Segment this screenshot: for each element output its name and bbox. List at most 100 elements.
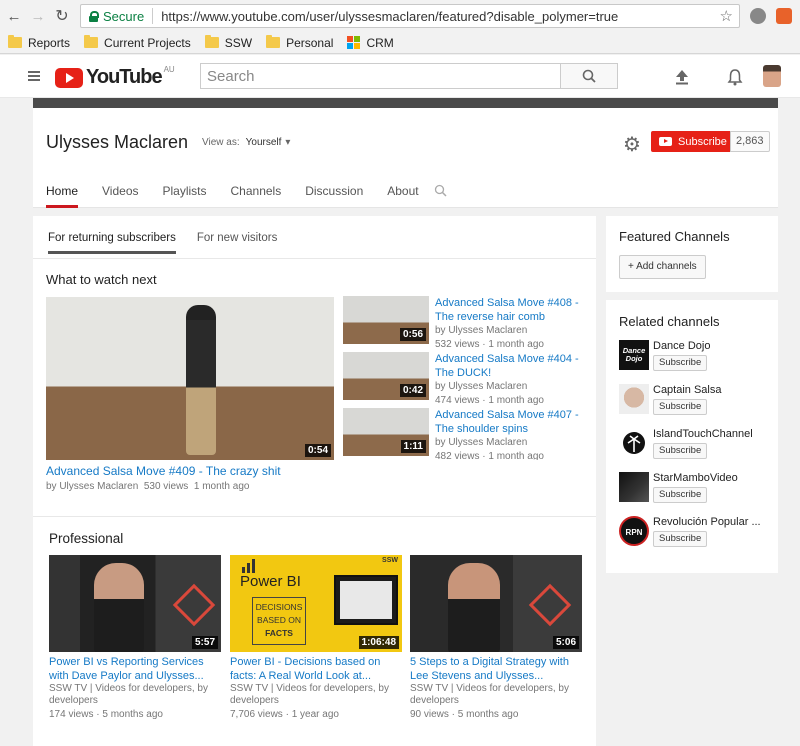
video-title-line: Power BI - Decisions based on	[230, 656, 381, 668]
tab-returning-subscribers[interactable]: For returning subscribers	[48, 232, 176, 254]
youtube-logo[interactable]: YouTube AU	[55, 65, 175, 89]
add-channels-button[interactable]: + Add channels	[619, 255, 706, 279]
video-thumbnail[interactable]: Power BI DECISIONS BASED ON FACTS SSW 1:06…	[230, 555, 402, 652]
video-title[interactable]: Power BI vs Reporting Services with Dave …	[49, 655, 204, 683]
extension-icon[interactable]	[750, 8, 766, 24]
notifications-bell-icon[interactable]	[727, 69, 743, 86]
gear-icon[interactable]: ⚙	[623, 132, 641, 157]
featured-video-thumbnail[interactable]: 0:54	[46, 297, 334, 460]
bookmarks-bar: Reports Current Projects SSW Personal CR…	[0, 32, 800, 54]
tab-home[interactable]: Home	[46, 184, 79, 208]
video-channel[interactable]: developers	[410, 695, 569, 707]
video-channel[interactable]: SSW TV | Videos for developers, by	[230, 683, 389, 695]
reload-icon[interactable]: ↻	[50, 6, 74, 26]
account-avatar[interactable]	[763, 65, 781, 87]
tab-discussion[interactable]: Discussion	[305, 184, 363, 208]
video-thumbnail[interactable]: 5:57	[49, 555, 221, 652]
channel-avatar[interactable]	[619, 428, 649, 458]
bookmark-ssw[interactable]: SSW	[204, 35, 252, 50]
video-title[interactable]: Power BI - Decisions based on facts: A Re…	[230, 655, 380, 683]
address-bar[interactable]: Secure https://www.youtube.com/user/ulys…	[80, 4, 740, 28]
thumbnail-brand: Power BI	[240, 573, 301, 590]
view-as-dropdown[interactable]: Yourself	[246, 137, 282, 148]
tab-about[interactable]: About	[387, 184, 418, 208]
tab-playlists[interactable]: Playlists	[163, 184, 207, 208]
video-thumbnail[interactable]: 0:56	[343, 296, 429, 344]
subscribe-button[interactable]: Subscribe	[651, 131, 735, 152]
video-channel[interactable]: SSW TV | Videos for developers, by	[49, 683, 208, 695]
tab-channels[interactable]: Channels	[231, 184, 282, 208]
dropdown-caret-icon[interactable]: ▾	[285, 137, 290, 148]
tab-videos[interactable]: Videos	[102, 184, 138, 208]
tab-new-visitors[interactable]: For new visitors	[197, 232, 278, 254]
video-thumbnail[interactable]: 1:11	[343, 408, 429, 456]
video-duration: 0:54	[304, 444, 331, 457]
featured-video-title[interactable]: Advanced Salsa Move #409 - The crazy shi…	[46, 464, 281, 478]
channel-name[interactable]: Dance Dojo	[653, 340, 773, 352]
video-duration: 5:06	[552, 636, 579, 649]
divider	[33, 516, 596, 517]
video-title-line: Lee Stevens and Ulysses...	[410, 670, 544, 682]
channel-name[interactable]: StarMamboVideo	[653, 472, 773, 484]
subscribe-button[interactable]: Subscribe	[653, 355, 708, 371]
video-views: 530 views	[143, 481, 189, 492]
related-channels-title: Related channels	[619, 314, 720, 329]
channel-avatar[interactable]	[619, 472, 649, 502]
divider	[33, 258, 596, 259]
bookmark-reports[interactable]: Reports	[8, 35, 71, 50]
search-input[interactable]: Search	[200, 63, 561, 89]
bookmark-current-projects[interactable]: Current Projects	[84, 35, 191, 50]
video-duration: 0:42	[399, 384, 426, 397]
menu-icon[interactable]	[28, 71, 40, 83]
channel-avatar[interactable]: RPN	[619, 516, 649, 546]
search-button[interactable]	[560, 63, 618, 89]
channel-name[interactable]: IslandTouchChannel	[653, 428, 773, 440]
video-channel[interactable]: developers	[230, 695, 389, 707]
video-views-age: 174 views · 5 months ago	[49, 709, 163, 720]
bookmark-label: Reports	[28, 35, 71, 50]
video-thumbnail[interactable]: 5:06	[410, 555, 582, 652]
bookmark-star-icon[interactable]: ☆	[720, 7, 733, 25]
back-arrow-icon[interactable]: ←	[2, 8, 26, 25]
subscribe-button[interactable]: Subscribe	[653, 487, 708, 503]
channel-name: Ulysses Maclaren	[46, 132, 189, 152]
video-channel[interactable]: by Ulysses Maclaren	[435, 380, 544, 394]
folder-icon	[204, 35, 219, 48]
section-title-watch-next: What to watch next	[46, 272, 157, 287]
secure-label: Secure	[103, 8, 145, 24]
channel-search-icon[interactable]	[434, 184, 448, 198]
video-channel[interactable]: by Ulysses Maclaren	[435, 436, 544, 450]
url-text[interactable]: https://www.youtube.com/user/ulyssesmacl…	[161, 9, 618, 24]
subscribe-button[interactable]: Subscribe	[653, 399, 708, 415]
video-channel[interactable]: SSW TV | Videos for developers, by	[410, 683, 569, 695]
channel-name[interactable]: Revolución Popular ...	[653, 516, 773, 528]
bookmark-crm[interactable]: CRM	[347, 36, 394, 50]
channel-name[interactable]: Captain Salsa	[653, 384, 773, 396]
caption-line: BASED ON	[257, 615, 301, 625]
forward-arrow-icon[interactable]: →	[26, 8, 50, 25]
subscribe-button[interactable]: Subscribe	[653, 531, 708, 547]
related-channel-item: RPN Revolución Popular ... Subscribe	[619, 516, 779, 550]
presenter-figure	[94, 563, 144, 652]
video-title[interactable]: Advanced Salsa Move #404 - The DUCK!	[435, 352, 579, 380]
video-title[interactable]: Advanced Salsa Move #407 - The shoulder s…	[435, 408, 579, 436]
video-meta: SSW TV | Videos for developers, by develo…	[410, 683, 569, 721]
video-title[interactable]: Advanced Salsa Move #408 - The reverse ha…	[435, 296, 579, 324]
video-age: 1 month ago	[193, 481, 250, 492]
featured-video-meta: by Ulysses Maclaren 530 views 1 month ag…	[46, 480, 249, 494]
channel-avatar[interactable]	[619, 384, 649, 414]
video-thumbnail[interactable]: 0:42	[343, 352, 429, 400]
bookmark-personal[interactable]: Personal	[266, 35, 333, 50]
related-channel-item: Dance Dojo Dance Dojo Subscribe	[619, 340, 779, 374]
video-channel[interactable]: by Ulysses Maclaren	[435, 324, 544, 338]
video-duration: 5:57	[191, 636, 218, 649]
upload-icon[interactable]	[674, 69, 690, 85]
video-channel[interactable]: by Ulysses Maclaren	[46, 481, 138, 492]
video-channel[interactable]: developers	[49, 695, 208, 707]
channel-avatar[interactable]: Dance Dojo	[619, 340, 649, 370]
video-title-line: with Dave Paylor and Ulysses...	[49, 670, 204, 682]
subscribe-button[interactable]: Subscribe	[653, 443, 708, 459]
video-title[interactable]: 5 Steps to a Digital Strategy with Lee St…	[410, 655, 569, 683]
extension-office-icon[interactable]	[776, 8, 792, 24]
video-duration: 0:56	[399, 328, 426, 341]
